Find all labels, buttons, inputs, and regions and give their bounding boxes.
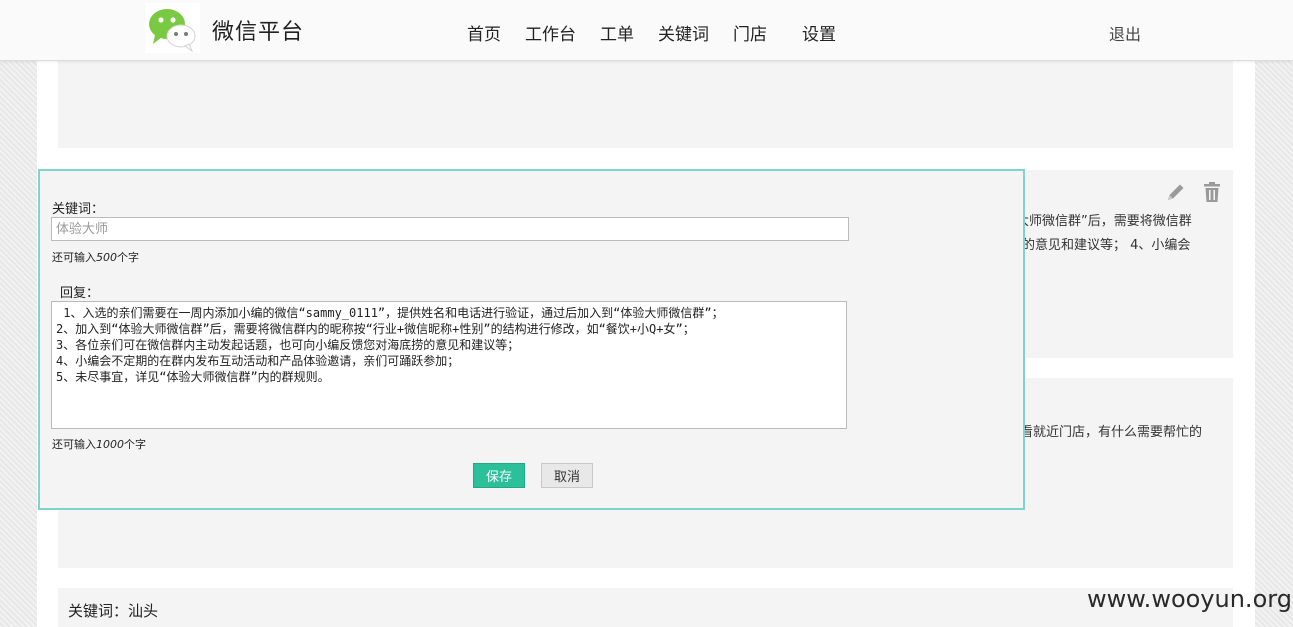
nav-item-settings[interactable]: 设置 bbox=[802, 20, 836, 45]
brand-title: 微信平台 bbox=[212, 20, 305, 45]
nav-item-stores[interactable]: 门店 bbox=[733, 20, 767, 45]
keyword-input[interactable] bbox=[51, 217, 849, 241]
save-button[interactable]: 保存 bbox=[473, 463, 525, 488]
hint-suffix: 个字 bbox=[117, 251, 139, 264]
pencil-icon[interactable] bbox=[1165, 181, 1187, 207]
card-reply-snippet: 大师微信群”后，需要将微信群 bbox=[1016, 214, 1192, 229]
hint-prefix: 还可输入 bbox=[52, 438, 96, 451]
main-nav: 首页 工作台 工单 关键词 门店 设置 bbox=[467, 20, 836, 45]
hint-count: 500 bbox=[96, 251, 117, 264]
card-reply-snippet: 的意见和建议等； 4、小编会 bbox=[1022, 238, 1191, 253]
top-header: 微信平台 首页 工作台 工单 关键词 门店 设置 退出 bbox=[0, 0, 1293, 61]
hint-count: 1000 bbox=[96, 438, 124, 451]
card-reply-snippet: 看就近门店，有什么需要帮忙的 bbox=[1020, 425, 1203, 440]
card-keyword-label: 关键词：汕头 bbox=[68, 602, 159, 620]
nav-item-workbench[interactable]: 工作台 bbox=[525, 20, 576, 45]
nav-item-keywords[interactable]: 关键词 bbox=[658, 20, 709, 45]
wechat-logo-icon[interactable] bbox=[145, 3, 200, 53]
reply-char-hint: 还可输入1000个字 bbox=[52, 436, 146, 452]
nav-item-home[interactable]: 首页 bbox=[467, 20, 501, 45]
logout-link[interactable]: 退出 bbox=[1109, 21, 1141, 45]
cancel-button[interactable]: 取消 bbox=[541, 463, 593, 488]
hint-suffix: 个字 bbox=[124, 438, 146, 451]
keyword-card bbox=[58, 588, 1233, 627]
watermark: www.wooyun.org bbox=[1087, 585, 1292, 613]
keyword-char-hint: 还可输入500个字 bbox=[52, 249, 139, 265]
trash-icon[interactable] bbox=[1202, 181, 1222, 207]
nav-item-tickets[interactable]: 工单 bbox=[600, 20, 634, 45]
reply-label: 回复： bbox=[60, 286, 100, 301]
keyword-card bbox=[58, 60, 1233, 148]
reply-textarea[interactable]: 1、入选的亲们需要在一周内添加小编的微信“sammy_0111”，提供姓名和电话… bbox=[51, 301, 847, 429]
keyword-label: 关键词： bbox=[52, 202, 105, 217]
hint-prefix: 还可输入 bbox=[52, 251, 96, 264]
keyword-edit-panel: 关键词： 还可输入500个字 回复： 1、入选的亲们需要在一周内添加小编的微信“… bbox=[38, 169, 1025, 510]
